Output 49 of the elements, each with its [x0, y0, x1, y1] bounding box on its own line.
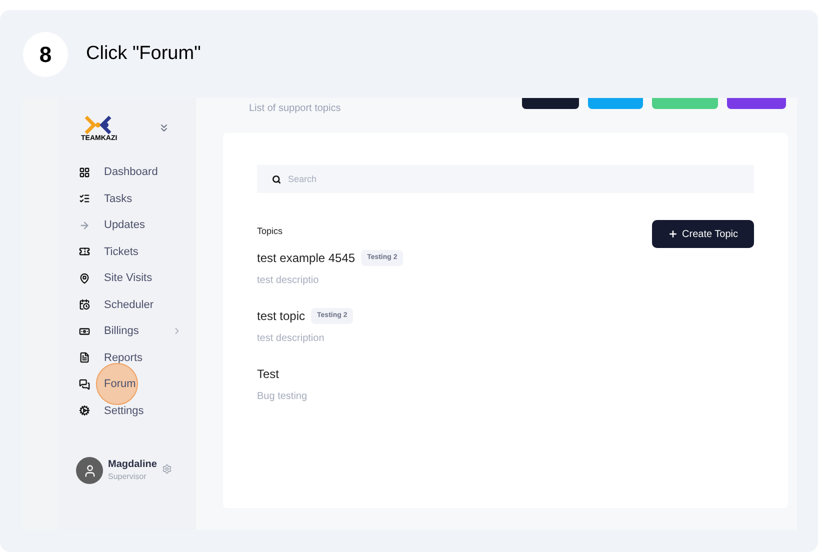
sidebar-item[interactable]: Settings	[57, 398, 196, 424]
checklist-icon	[79, 193, 90, 204]
settings-icon[interactable]	[162, 464, 172, 474]
topic-description: Bug testing	[257, 390, 308, 404]
sidebar-item-label: Reports	[104, 350, 143, 366]
sidebar-item[interactable]: Reports	[57, 344, 196, 371]
topic-title[interactable]: test topic	[257, 307, 306, 325]
sidebar-item[interactable]: Dashboard	[57, 159, 196, 186]
map-pin-icon	[79, 272, 90, 284]
ticket-icon	[79, 246, 90, 258]
topic-description: test descriptio	[257, 274, 320, 288]
grid-icon	[79, 166, 90, 178]
sidebar-item-label: Tasks	[104, 192, 132, 206]
gear-icon	[79, 405, 90, 416]
sidebar-item[interactable]: Updates	[57, 212, 196, 238]
sidebar-item-label: Dashboard	[104, 165, 158, 180]
search-icon	[272, 175, 281, 184]
search-field[interactable]: Search	[257, 165, 754, 193]
page-subtitle: List of support topics	[249, 102, 341, 116]
sidebar-item-label: Settings	[104, 404, 144, 418]
sidebar-item-label: Updates	[104, 218, 145, 233]
file-icon	[79, 352, 90, 364]
calendar-icon	[79, 299, 90, 310]
sidebar-item-label: Billings	[104, 324, 139, 339]
sidebar-item-label: Forum	[104, 377, 136, 392]
chat-icon	[79, 378, 90, 390]
person-icon	[82, 464, 96, 478]
sidebar-item-label: Tickets	[104, 244, 138, 260]
topic-title[interactable]: Test	[257, 365, 280, 383]
collapse-icon[interactable]	[158, 122, 170, 134]
sidebar-item[interactable]: Site Visits	[57, 265, 196, 292]
arrow-icon	[79, 220, 90, 231]
sidebar-item[interactable]: Forum	[57, 371, 196, 398]
topic-title[interactable]: test example 4545	[257, 249, 356, 267]
plus-icon	[668, 229, 678, 239]
step-instruction: Click "Forum"	[86, 42, 201, 66]
user-role: Supervisor	[108, 472, 148, 482]
topic-description: test description	[257, 332, 326, 346]
sidebar-item[interactable]: Tickets	[57, 238, 196, 265]
sidebar-item[interactable]: Billings	[57, 318, 196, 344]
sidebar-item-label: Site Visits	[104, 271, 152, 286]
user-name: Magdaline	[108, 459, 157, 472]
sidebar-item[interactable]: Scheduler	[57, 292, 196, 318]
create-topic-button[interactable]: Create Topic	[652, 220, 754, 248]
topics-heading: Topics	[257, 225, 284, 237]
sidebar-item[interactable]: Tasks	[57, 186, 196, 212]
sidebar-item-label: Scheduler	[104, 298, 154, 312]
step-number: 8	[23, 32, 68, 76]
banknote-icon	[79, 326, 90, 337]
